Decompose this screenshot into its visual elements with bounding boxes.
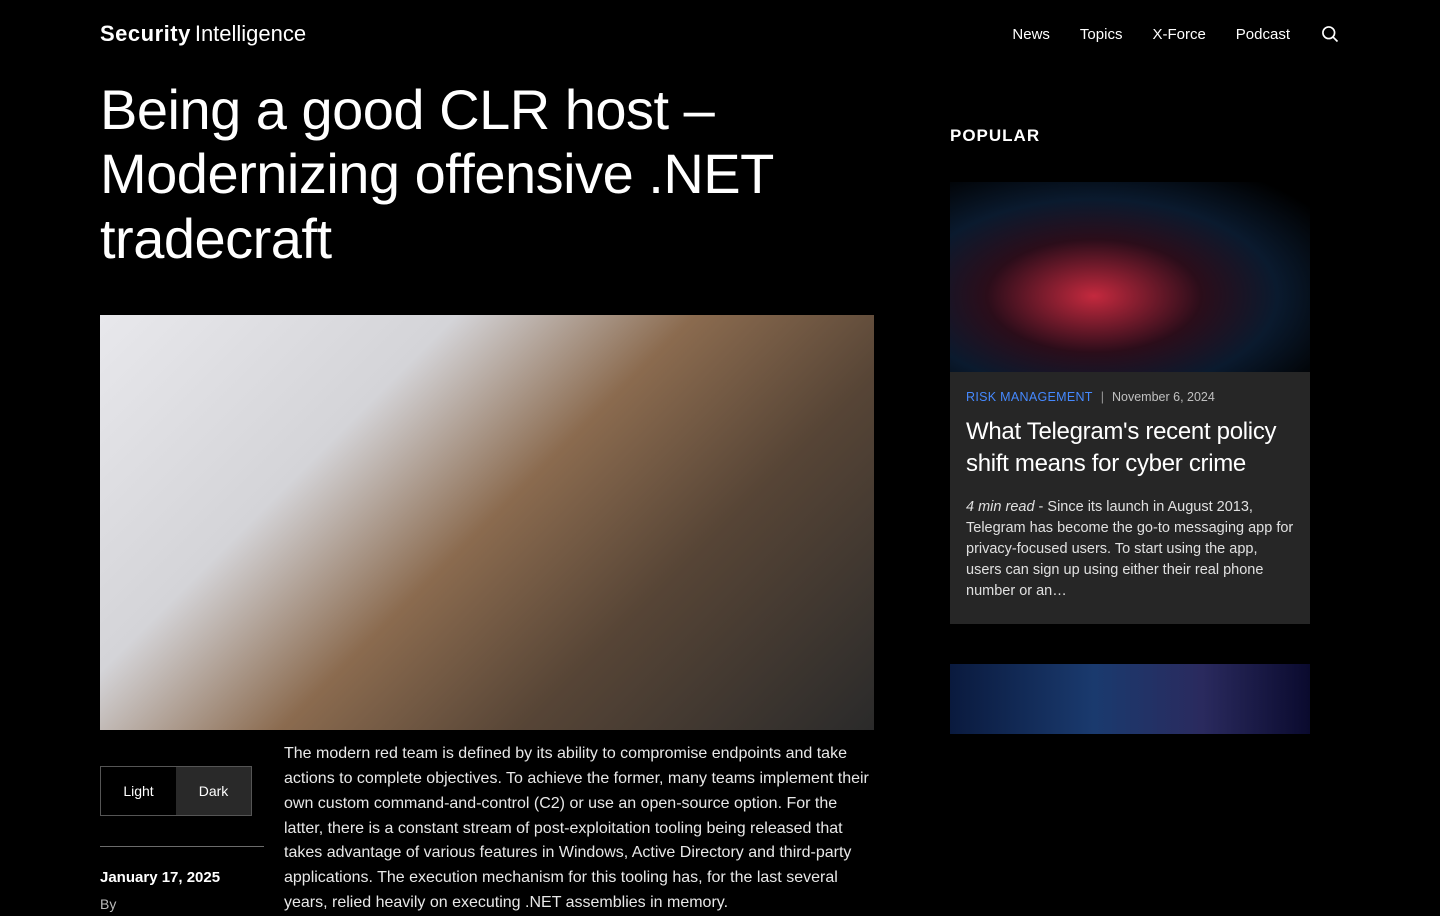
popular-card[interactable]: RISK MANAGEMENT | November 6, 2024 What … (950, 182, 1310, 624)
meta-divider (100, 846, 264, 847)
site-logo[interactable]: Security Intelligence (100, 21, 306, 47)
primary-nav: News Topics X-Force Podcast (1012, 24, 1340, 44)
popular-card-excerpt: 4 min read - Since its launch in August … (966, 497, 1294, 602)
by-label: By (100, 896, 116, 912)
popular-card-category[interactable]: RISK MANAGEMENT (966, 390, 1093, 404)
popular-heading: POPULAR (950, 126, 1310, 146)
popular-card-image (950, 182, 1310, 372)
nav-link-xforce[interactable]: X-Force (1152, 26, 1205, 43)
popular-card-body: RISK MANAGEMENT | November 6, 2024 What … (950, 372, 1310, 624)
hero-image (100, 315, 874, 730)
popular-card-2-image (950, 664, 1310, 734)
nav-link-topics[interactable]: Topics (1080, 26, 1123, 43)
theme-toggle: Light Dark (100, 766, 252, 816)
article: Being a good CLR host – Modernizing offe… (100, 78, 880, 916)
publish-date: January 17, 2025 (100, 869, 264, 886)
byline: By (100, 896, 264, 912)
logo-text-light: Intelligence (195, 21, 306, 47)
popular-card-meta: RISK MANAGEMENT | November 6, 2024 (966, 390, 1294, 404)
meta-separator: | (1101, 390, 1104, 404)
theme-light-button[interactable]: Light (101, 767, 176, 815)
popular-card-date: November 6, 2024 (1112, 390, 1215, 404)
site-header: Security Intelligence News Topics X-Forc… (0, 0, 1440, 68)
popular-card-title: What Telegram's recent policy shift mean… (966, 416, 1294, 481)
article-meta: Light Dark January 17, 2025 By (100, 766, 264, 912)
search-icon[interactable] (1320, 24, 1340, 44)
excerpt-sep: - (1035, 499, 1048, 515)
theme-dark-button[interactable]: Dark (176, 767, 251, 815)
popular-card-2[interactable] (950, 664, 1310, 734)
nav-link-news[interactable]: News (1012, 26, 1050, 43)
read-time: 4 min read (966, 499, 1035, 515)
nav-link-podcast[interactable]: Podcast (1236, 26, 1290, 43)
sidebar: POPULAR RISK MANAGEMENT | November 6, 20… (950, 78, 1310, 916)
logo-text-bold: Security (100, 21, 191, 47)
page-title: Being a good CLR host – Modernizing offe… (100, 78, 880, 271)
